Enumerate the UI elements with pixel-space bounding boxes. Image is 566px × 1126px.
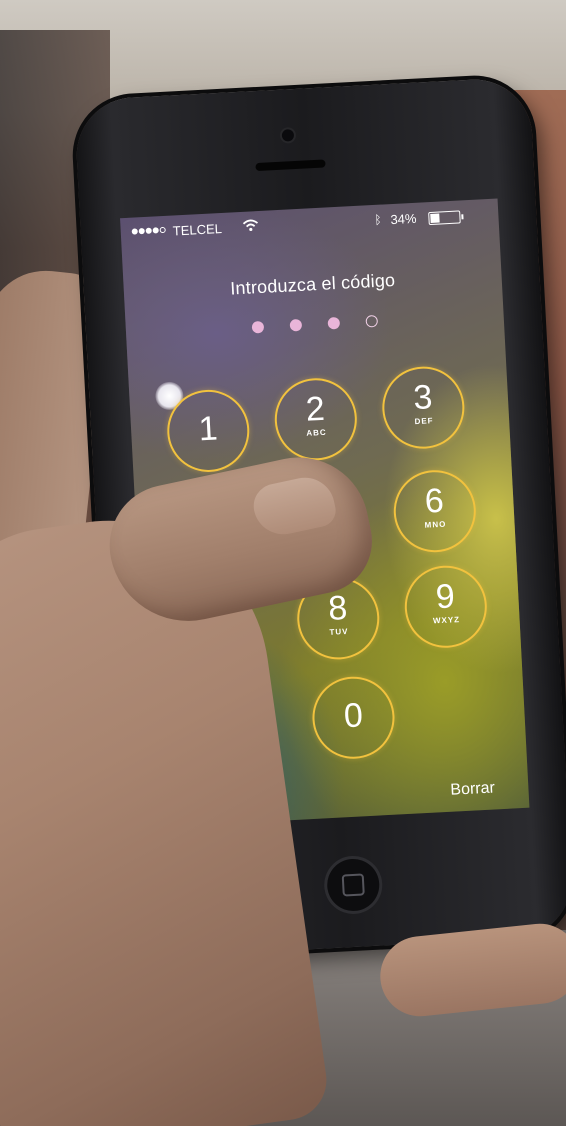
thumb-nail (249, 472, 339, 540)
passcode-dot-filled (327, 316, 341, 330)
passcode-dot-empty (365, 314, 379, 328)
battery-percent: 34% (390, 210, 417, 228)
keypad-key-2[interactable]: 2 ABC (272, 376, 359, 463)
signal-dots-icon (131, 227, 166, 235)
key-letters: WXYZ (432, 615, 461, 626)
keypad-key-9[interactable]: 9 WXYZ (402, 563, 489, 650)
key-letters: ABC (306, 427, 327, 438)
wifi-icon (242, 219, 259, 232)
home-button[interactable] (325, 857, 381, 913)
photo-scene: TELCEL ᛒ 34% Introduzca el código 1 2 AB… (0, 0, 566, 1126)
key-digit: 2 (304, 389, 326, 429)
passcode-dot-filled (289, 318, 303, 332)
front-camera (281, 129, 295, 142)
keypad-key-6[interactable]: 6 MNO (391, 468, 478, 555)
key-digit: 3 (412, 378, 434, 418)
battery-icon (428, 210, 461, 226)
passcode-prompt: Introduzca el código (229, 269, 396, 299)
passcode-dot-filled (251, 320, 265, 334)
key-digit: 9 (434, 577, 456, 617)
status-bar: TELCEL ᛒ 34% (130, 205, 489, 244)
key-letters: TUV (329, 626, 349, 637)
passcode-dots (251, 314, 393, 335)
earpiece-speaker (255, 159, 326, 172)
key-digit: 0 (342, 696, 364, 736)
key-digit: 1 (197, 409, 219, 449)
keypad-key-3[interactable]: 3 DEF (380, 364, 467, 451)
key-letters: DEF (414, 416, 434, 427)
key-digit: 6 (423, 481, 445, 521)
battery-tip (461, 214, 464, 220)
battery-fill (430, 213, 440, 224)
home-square-icon (341, 873, 365, 897)
key-letters: MNO (424, 519, 447, 530)
bluetooth-icon: ᛒ (374, 212, 383, 227)
delete-button[interactable]: Borrar (450, 779, 495, 799)
keypad-key-0[interactable]: 0 (310, 674, 397, 761)
carrier-name: TELCEL (172, 220, 223, 239)
